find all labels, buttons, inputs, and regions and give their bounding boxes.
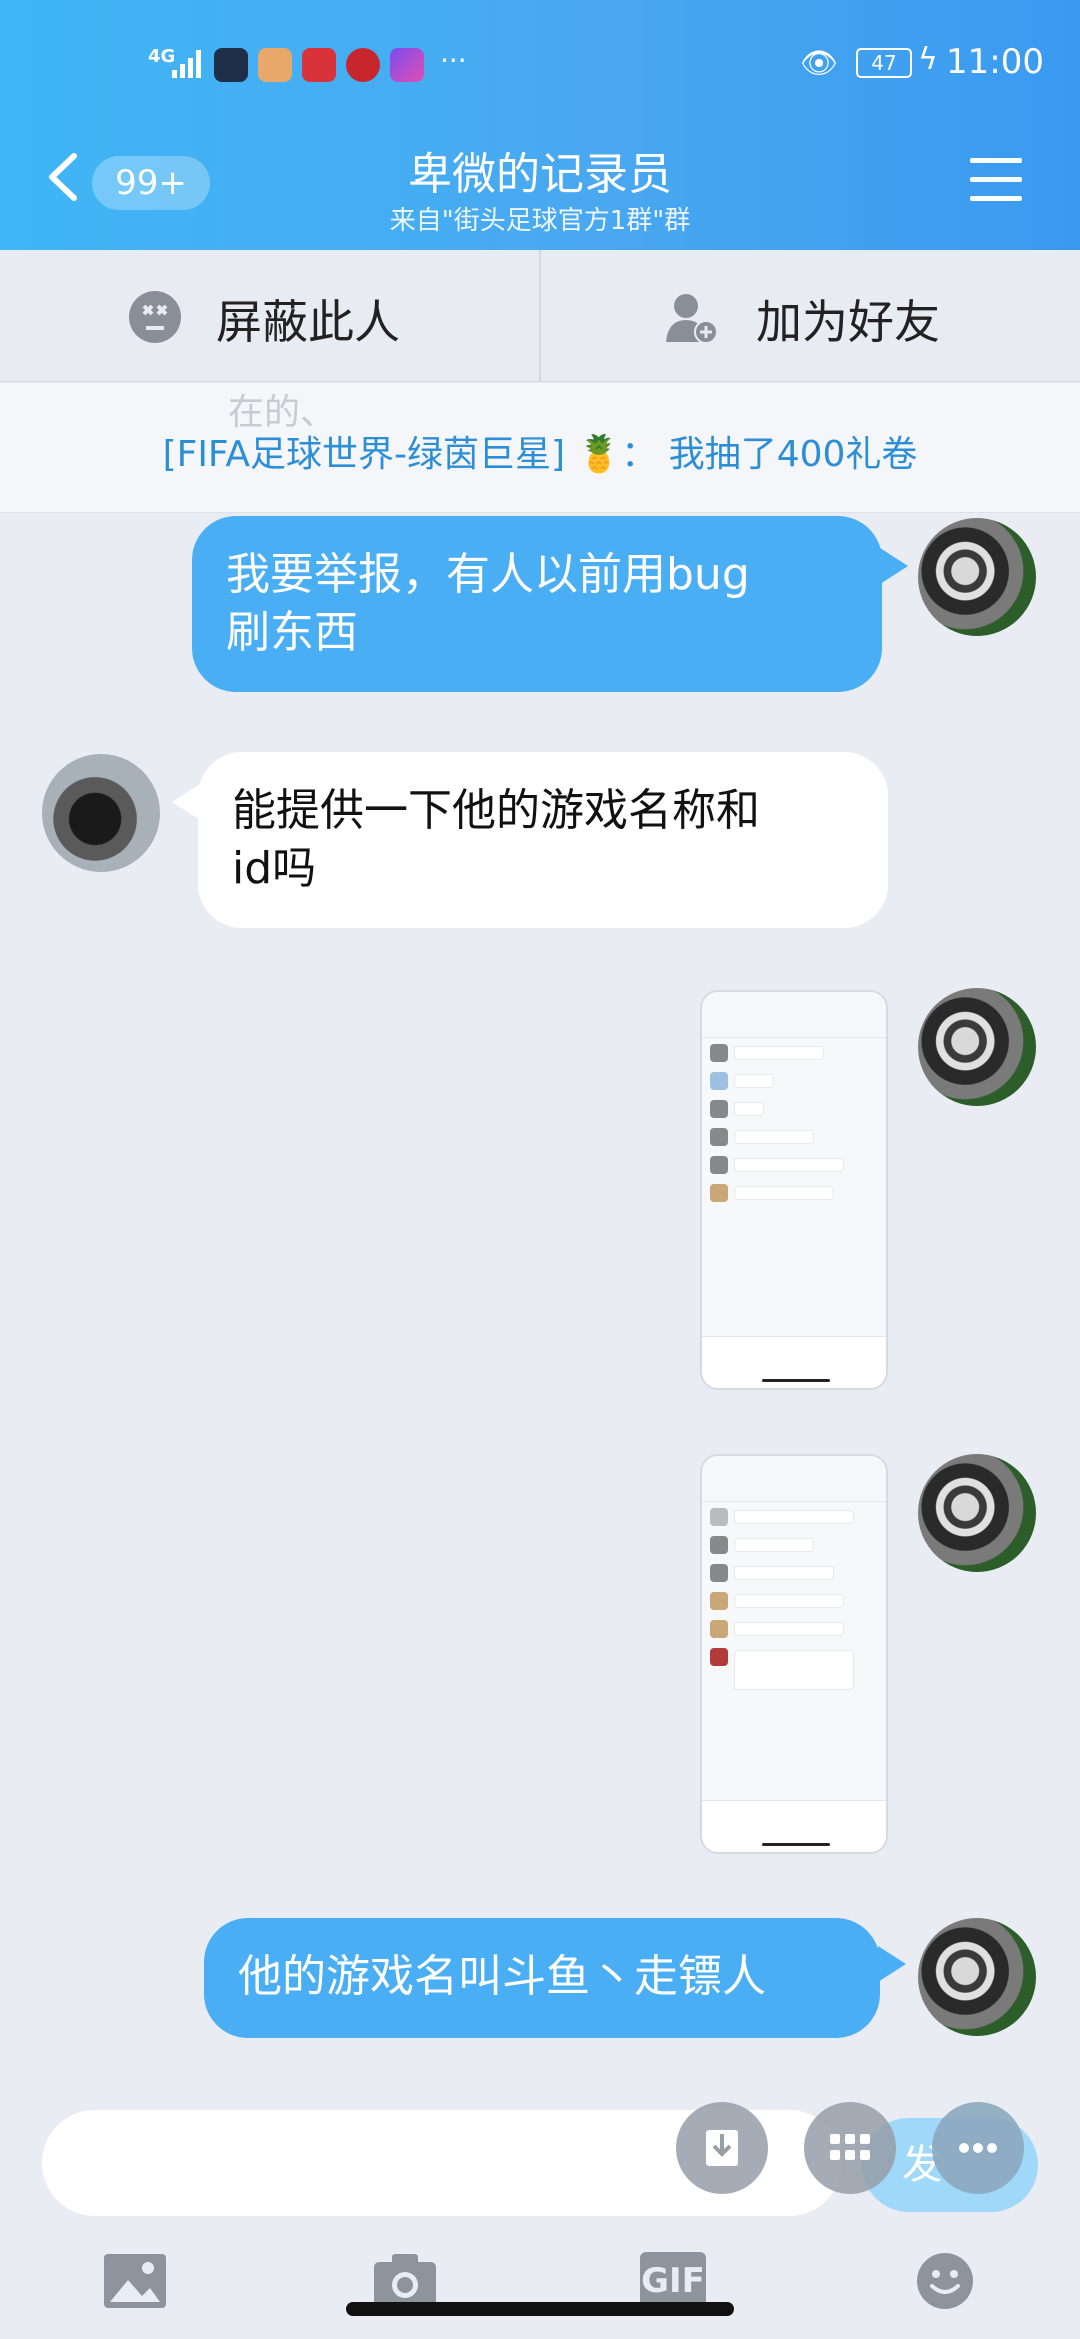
thumb-row	[710, 1044, 878, 1066]
thumb-row	[710, 1648, 878, 1690]
chat-header: 4G ··· 👁 47 ϟ 11:00 99+ 卑微的记录员 来自"街头足球官方…	[0, 0, 1080, 250]
app-notification-icon	[390, 48, 424, 82]
block-label: 屏蔽此人	[216, 295, 400, 349]
more-button[interactable]	[932, 2102, 1024, 2194]
message-bubble[interactable]: 能提供一下他的游戏名称和 id吗	[198, 752, 888, 928]
app-notification-icon	[302, 48, 336, 82]
avatar[interactable]	[918, 518, 1036, 636]
signal-icon	[172, 48, 202, 78]
pinned-message-banner[interactable]: 在的、 [FIFA足球世界-绿茵巨星] 🍍： 我抽了400礼卷	[0, 383, 1080, 513]
bubble-tail	[878, 1946, 906, 1982]
thumb-row	[710, 1620, 878, 1642]
avatar[interactable]	[42, 754, 160, 872]
thumb-row	[710, 1128, 878, 1150]
thumb-status-bar	[702, 992, 886, 1014]
avatar[interactable]	[918, 988, 1036, 1106]
emoji-icon[interactable]	[912, 2252, 978, 2310]
thumb-home-bar	[762, 1843, 830, 1846]
add-friend-icon	[666, 294, 718, 344]
thumb-row	[710, 1592, 878, 1614]
avatar[interactable]	[918, 1918, 1036, 2036]
download-icon	[706, 2130, 738, 2166]
message-text-line: id吗	[232, 843, 317, 894]
charging-icon: ϟ	[918, 42, 938, 77]
stranger-action-bar: 屏蔽此人 加为好友	[0, 250, 1080, 382]
message-text-line: 他的游戏名叫斗鱼丶走镖人	[238, 1951, 766, 2002]
add-friend-button[interactable]: 加为好友	[540, 250, 1080, 382]
message-bubble[interactable]: 他的游戏名叫斗鱼丶走镖人	[204, 1918, 880, 2038]
thumb-header	[702, 1014, 886, 1038]
download-button[interactable]	[676, 2102, 768, 2194]
thumb-row	[710, 1072, 878, 1094]
chat-title: 卑微的记录员	[408, 149, 672, 200]
more-notifications: ···	[440, 44, 467, 77]
thumb-row	[710, 1536, 878, 1558]
thumb-row	[710, 1184, 878, 1206]
image-icon[interactable]	[102, 2252, 168, 2310]
block-face-icon	[129, 291, 181, 343]
eye-comfort-icon: 👁	[800, 46, 839, 81]
app-notification-icon	[258, 48, 292, 82]
avatar[interactable]	[918, 1454, 1036, 1572]
thumb-row	[710, 1156, 878, 1178]
thumb-header	[702, 1478, 886, 1502]
app-notification-icon	[214, 48, 248, 82]
more-icon	[959, 2143, 997, 2153]
thumb-home-bar	[762, 1379, 830, 1382]
add-friend-label: 加为好友	[756, 295, 940, 349]
thumb-status-bar	[702, 1456, 886, 1478]
message-text-line: 刷东西	[226, 607, 358, 658]
bubble-tail	[172, 784, 200, 820]
message-text-line: 我要举报，有人以前用bug	[226, 549, 750, 600]
battery-icon: 47	[856, 48, 912, 78]
menu-icon[interactable]	[970, 158, 1022, 202]
thumb-row	[710, 1564, 878, 1586]
app-notification-icon	[346, 48, 380, 82]
thumb-row	[710, 1508, 878, 1530]
image-message[interactable]	[700, 990, 888, 1390]
image-message[interactable]	[700, 1454, 888, 1854]
status-bar: 4G ··· 👁 47 ϟ 11:00	[0, 42, 1080, 92]
thumb-row	[710, 1100, 878, 1122]
message-text-line: 能提供一下他的游戏名称和	[232, 785, 760, 836]
message-bubble[interactable]: 我要举报，有人以前用bug 刷东西	[192, 516, 882, 692]
clock: 11:00	[946, 42, 1044, 82]
apps-grid-button[interactable]	[804, 2102, 896, 2194]
banner-text: [FIFA足球世界-绿茵巨星] 🍍： 我抽了400礼卷	[162, 434, 918, 475]
chat-subtitle: 来自"街头足球官方1群"群	[389, 206, 691, 236]
grid-icon	[830, 2134, 870, 2160]
block-button[interactable]: 屏蔽此人	[0, 250, 540, 382]
home-indicator[interactable]	[346, 2302, 734, 2316]
bubble-tail	[880, 548, 908, 584]
